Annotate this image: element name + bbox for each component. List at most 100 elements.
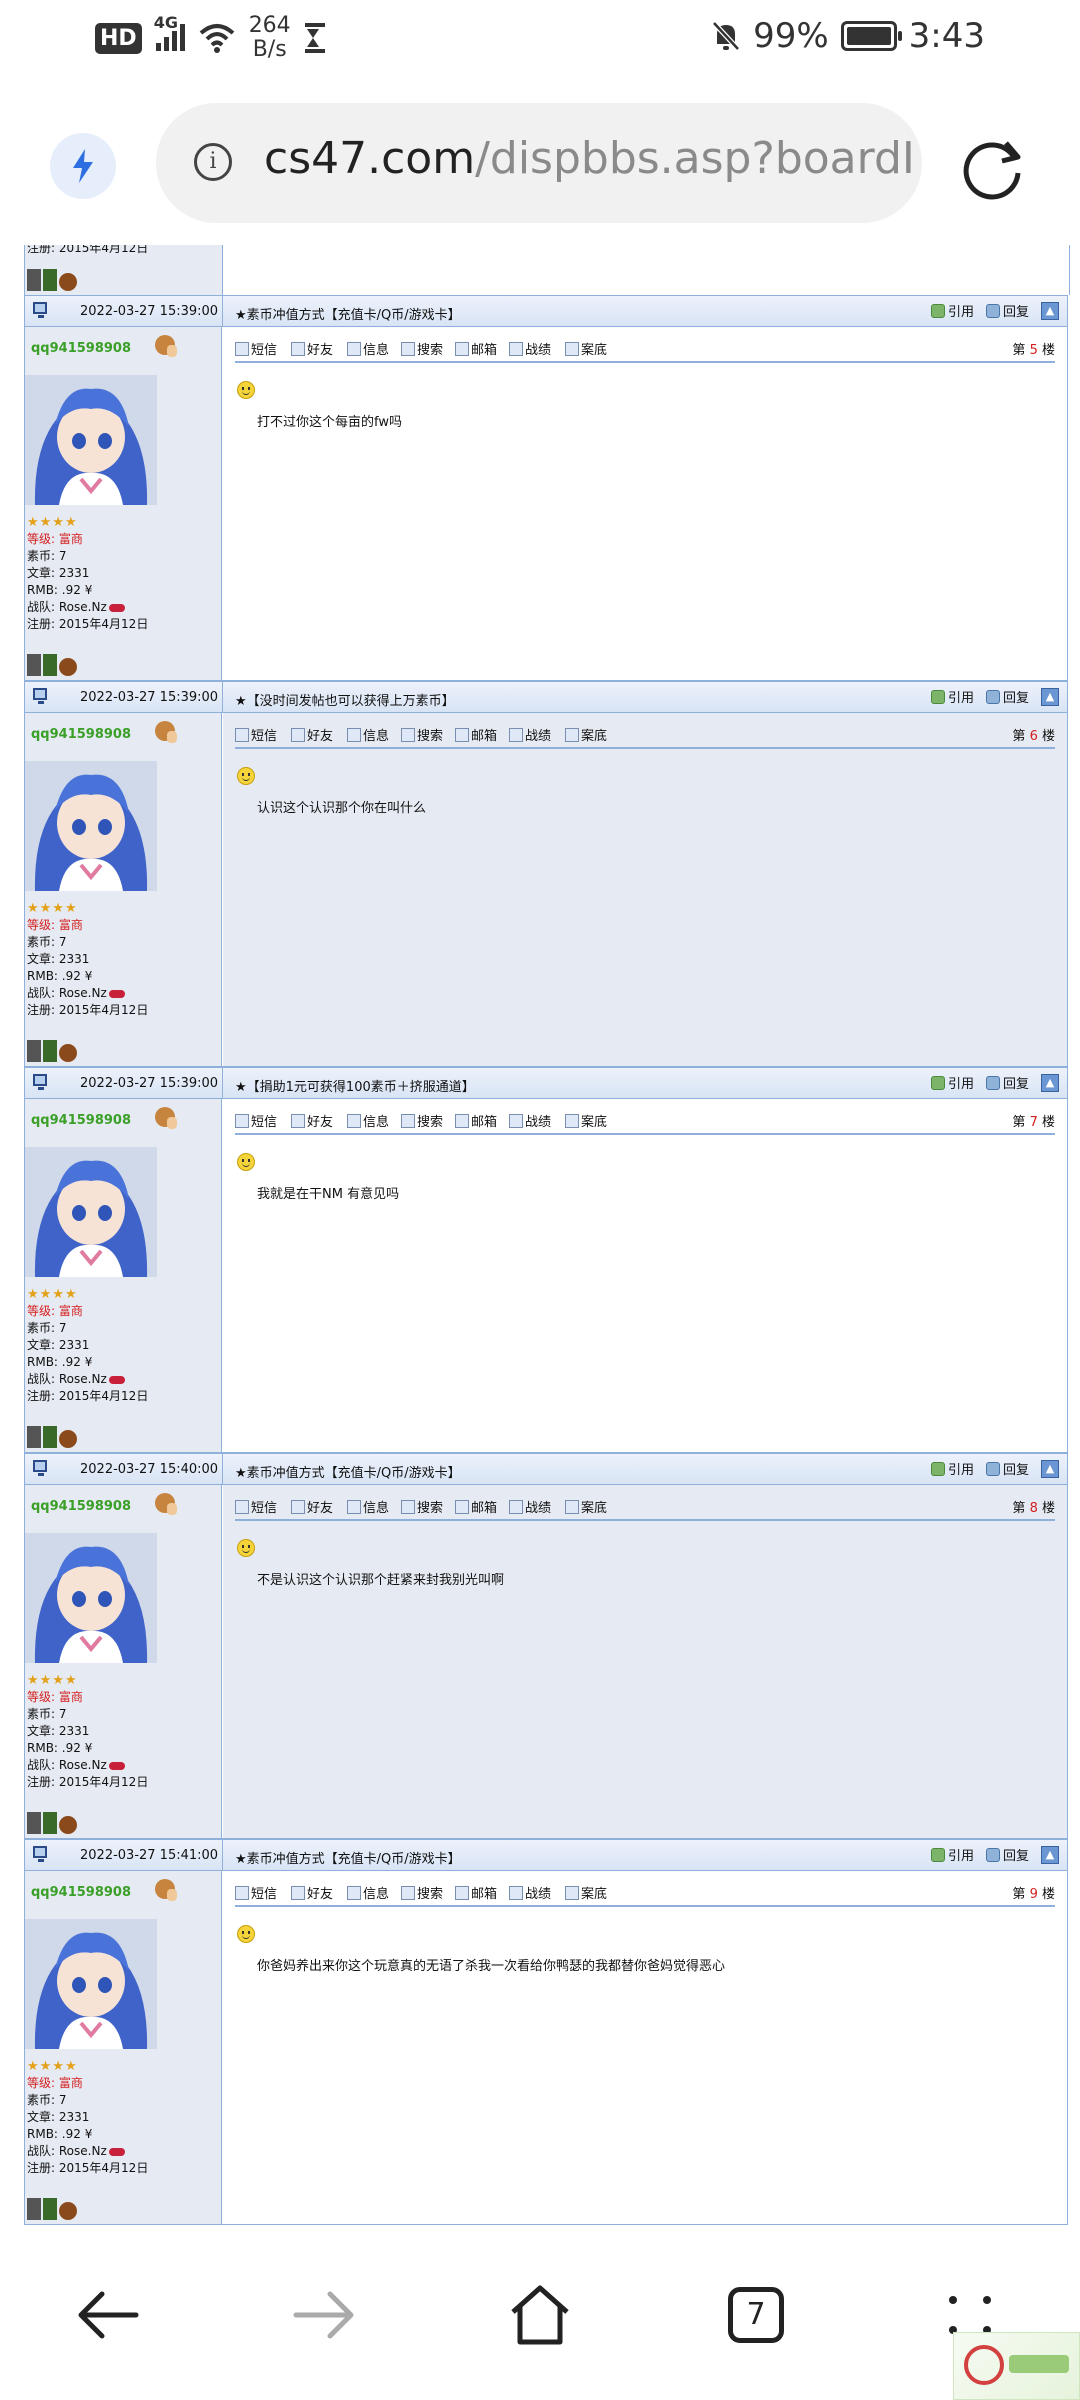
mail-icon: [455, 727, 469, 742]
sms-button[interactable]: 短信: [235, 339, 277, 358]
info-button[interactable]: 信息: [347, 1883, 389, 1902]
record-button[interactable]: 战绩: [509, 1111, 551, 1130]
rank-stars: ★★★★: [27, 901, 78, 916]
record-button[interactable]: 战绩: [509, 339, 551, 358]
address-field[interactable]: i cs47.com/dispbbs.asp?boardI: [156, 103, 922, 223]
floor-number: 第 5 楼: [1012, 343, 1055, 358]
computer-icon: [33, 302, 47, 318]
friend-button[interactable]: 好友: [291, 725, 333, 744]
username[interactable]: qq941598908: [31, 341, 131, 356]
mail-button[interactable]: 邮箱: [455, 725, 497, 744]
reply-button[interactable]: 回复: [985, 1845, 1029, 1864]
info-button[interactable]: 信息: [347, 1497, 389, 1516]
quote-icon: [930, 1847, 945, 1862]
search-button[interactable]: 搜索: [401, 725, 443, 744]
search-icon: [401, 341, 415, 356]
scroll-top-icon[interactable]: ▲: [1041, 301, 1059, 320]
post-time: 2022-03-27 15:40:00: [80, 1462, 219, 1477]
search-button[interactable]: 搜索: [401, 1497, 443, 1516]
quote-button[interactable]: 引用: [930, 1845, 974, 1864]
info-icon[interactable]: i: [194, 143, 232, 181]
search-button[interactable]: 搜索: [401, 1883, 443, 1902]
username[interactable]: qq941598908: [31, 1885, 131, 1900]
medals: [27, 654, 77, 676]
scroll-top-icon[interactable]: ▲: [1041, 1459, 1059, 1478]
search-button[interactable]: 搜索: [401, 339, 443, 358]
friend-button[interactable]: 好友: [291, 1111, 333, 1130]
mute-bell-icon: [712, 21, 740, 51]
mail-button[interactable]: 邮箱: [455, 1497, 497, 1516]
smiley-icon: [237, 767, 255, 785]
medals: [27, 1040, 77, 1062]
sms-button[interactable]: 短信: [235, 1111, 277, 1130]
record-button[interactable]: 战绩: [509, 1497, 551, 1516]
reply-button[interactable]: 回复: [985, 301, 1029, 320]
info-button[interactable]: 信息: [347, 339, 389, 358]
scroll-top-icon[interactable]: ▲: [1041, 1845, 1059, 1864]
gender-icon: [155, 1879, 177, 1901]
friend-icon: [291, 341, 305, 356]
lightning-icon[interactable]: [50, 133, 116, 199]
case-button[interactable]: 案底: [565, 339, 607, 358]
post-ad-link[interactable]: ★【捐助1元可获得100素币＋挤服通道】: [235, 1076, 475, 1095]
avatar[interactable]: [25, 1533, 157, 1663]
sms-button[interactable]: 短信: [235, 1497, 277, 1516]
medals: [27, 269, 77, 291]
username[interactable]: qq941598908: [31, 1499, 131, 1514]
post-ad-link[interactable]: ★素币冲值方式【充值卡/Q币/游戏卡】: [235, 304, 461, 323]
mail-button[interactable]: 邮箱: [455, 339, 497, 358]
search-icon: [401, 1499, 415, 1514]
username[interactable]: qq941598908: [31, 1113, 131, 1128]
record-button[interactable]: 战绩: [509, 1883, 551, 1902]
medals: [27, 1812, 77, 1834]
reply-button[interactable]: 回复: [985, 1459, 1029, 1478]
gender-icon: [155, 335, 177, 357]
forum-post: 2022-03-27 15:39:00 ★【没时间发帖也可以获得上万素币】 引用…: [24, 681, 1068, 1067]
post-ad-link[interactable]: ★素币冲值方式【充值卡/Q币/游戏卡】: [235, 1848, 461, 1867]
profile-info-icon: [347, 1499, 361, 1514]
forward-button[interactable]: [284, 2280, 364, 2350]
quote-button[interactable]: 引用: [930, 687, 974, 706]
sms-button[interactable]: 短信: [235, 725, 277, 744]
avatar[interactable]: [25, 761, 157, 891]
avatar[interactable]: [25, 1147, 157, 1277]
back-button[interactable]: [68, 2280, 148, 2350]
case-button[interactable]: 案底: [565, 1883, 607, 1902]
reply-button[interactable]: 回复: [985, 687, 1029, 706]
sms-button[interactable]: 短信: [235, 1883, 277, 1902]
scroll-top-icon[interactable]: ▲: [1041, 1073, 1059, 1092]
case-button[interactable]: 案底: [565, 725, 607, 744]
tabs-button[interactable]: 7: [716, 2280, 796, 2350]
record-button[interactable]: 战绩: [509, 725, 551, 744]
browser-bottom-nav: 7: [0, 2230, 1080, 2400]
friend-button[interactable]: 好友: [291, 1883, 333, 1902]
wifi-icon: [199, 24, 235, 53]
mail-button[interactable]: 邮箱: [455, 1883, 497, 1902]
friend-button[interactable]: 好友: [291, 339, 333, 358]
quote-button[interactable]: 引用: [930, 301, 974, 320]
post-content: 不是认识这个认识那个赶紧来封我别光叫啊: [257, 1573, 505, 1588]
post-ad-link[interactable]: ★素币冲值方式【充值卡/Q币/游戏卡】: [235, 1462, 461, 1481]
mail-button[interactable]: 邮箱: [455, 1111, 497, 1130]
case-button[interactable]: 案底: [565, 1111, 607, 1130]
url-host: cs47.com: [264, 133, 476, 184]
avatar[interactable]: [25, 375, 157, 505]
home-button[interactable]: [500, 2280, 580, 2350]
forum-post: 2022-03-27 15:41:00 ★素币冲值方式【充值卡/Q币/游戏卡】 …: [24, 1839, 1068, 2225]
post-ad-link[interactable]: ★【没时间发帖也可以获得上万素币】: [235, 690, 455, 709]
forum-post: 2022-03-27 15:39:00 ★【捐助1元可获得100素币＋挤服通道】…: [24, 1067, 1068, 1453]
friend-button[interactable]: 好友: [291, 1497, 333, 1516]
search-button[interactable]: 搜索: [401, 1111, 443, 1130]
reload-icon[interactable]: [958, 135, 1028, 205]
network-speed: 264 B/s: [248, 13, 291, 62]
scroll-top-icon[interactable]: ▲: [1041, 687, 1059, 706]
case-button[interactable]: 案底: [565, 1497, 607, 1516]
username[interactable]: qq941598908: [31, 727, 131, 742]
avatar[interactable]: [25, 1919, 157, 2049]
quote-button[interactable]: 引用: [930, 1459, 974, 1478]
post-header: 2022-03-27 15:40:00 ★素币冲值方式【充值卡/Q币/游戏卡】 …: [25, 1453, 1067, 1485]
quote-button[interactable]: 引用: [930, 1073, 974, 1092]
info-button[interactable]: 信息: [347, 725, 389, 744]
reply-button[interactable]: 回复: [985, 1073, 1029, 1092]
info-button[interactable]: 信息: [347, 1111, 389, 1130]
